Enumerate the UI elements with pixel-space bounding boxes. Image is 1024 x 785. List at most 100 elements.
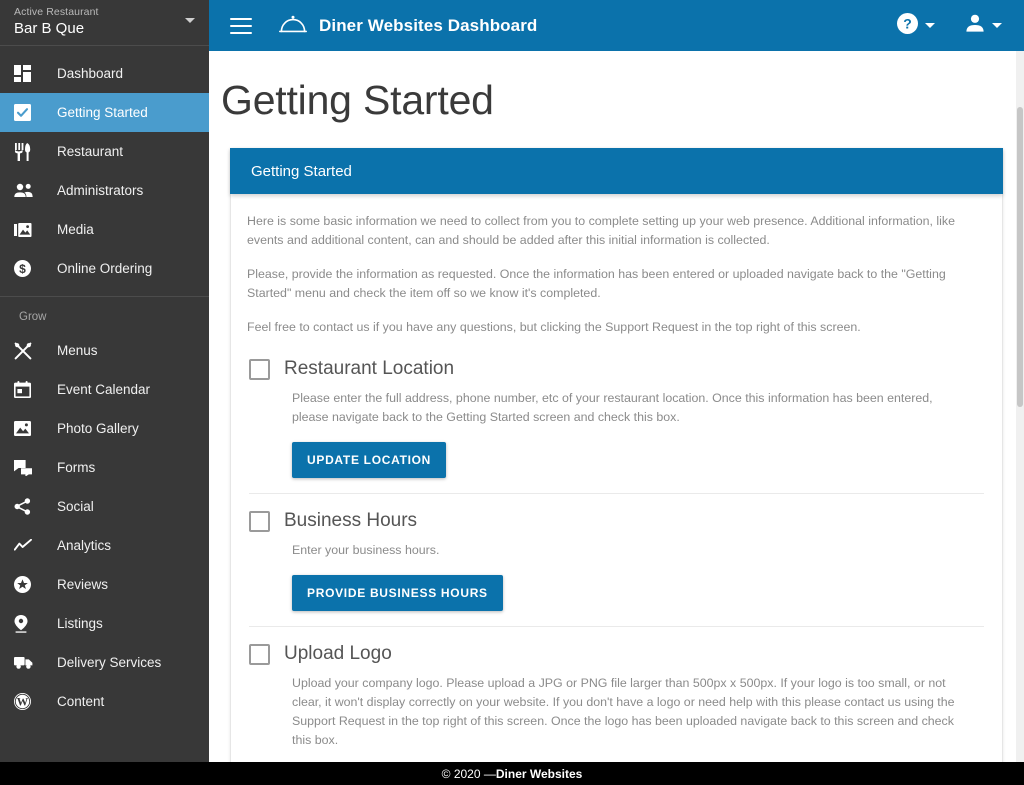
calendar-icon [14, 378, 44, 402]
sidebar-item-label: Reviews [57, 577, 109, 592]
task-description: Please enter the full address, phone num… [292, 391, 933, 424]
sidebar-nav: Dashboard Getting Started Restaurant Adm… [0, 46, 209, 721]
dashboard-grid-icon [14, 62, 44, 86]
svg-text:?: ? [903, 15, 912, 31]
sidebar-item-dashboard[interactable]: Dashboard [0, 54, 209, 93]
help-circle-icon: ? [897, 12, 918, 39]
truck-icon [14, 651, 44, 675]
active-restaurant-label: Active Restaurant [14, 6, 99, 18]
getting-started-card: Getting Started Here is some basic infor… [230, 148, 1003, 762]
task-title: Restaurant Location [284, 358, 455, 379]
svg-text:W: W [17, 697, 29, 709]
chevron-down-icon[interactable] [925, 23, 935, 28]
task-section-upload-logo: Upload Logo Upload your company logo. Pl… [249, 626, 984, 762]
star-circle-icon [14, 573, 44, 597]
header-actions: ? [867, 12, 1024, 39]
fork-spoon-cross-icon [14, 339, 44, 363]
task-header: Restaurant Location [249, 358, 984, 380]
sidebar-item-label: Administrators [57, 183, 144, 198]
sidebar-item-label: Photo Gallery [57, 421, 139, 436]
task-description: Upload your company logo. Please upload … [292, 676, 955, 747]
task-checkbox[interactable] [249, 510, 270, 532]
sidebar-item-menus[interactable]: Menus [0, 331, 209, 370]
intro-paragraph: Feel free to contact us if you have any … [247, 320, 861, 334]
active-restaurant-selector[interactable]: Active Restaurant Bar B Que [0, 0, 209, 46]
sidebar-item-administrators[interactable]: Administrators [0, 171, 209, 210]
page-title: Getting Started [221, 77, 494, 123]
dollar-circle-icon: $ [14, 257, 44, 281]
sidebar-item-getting-started[interactable]: Getting Started [0, 93, 209, 132]
sidebar-item-label: Dashboard [57, 66, 124, 81]
sidebar-item-delivery-services[interactable]: Delivery Services [0, 643, 209, 682]
task-description: Enter your business hours. [292, 543, 440, 557]
photo-icon [14, 417, 44, 441]
sidebar-item-forms[interactable]: Forms [0, 448, 209, 487]
sidebar-item-social[interactable]: Social [0, 487, 209, 526]
card-header: Getting Started [230, 148, 1003, 194]
chevron-down-icon[interactable] [185, 18, 195, 23]
sidebar-item-label: Listings [57, 616, 103, 631]
footer: © 2020 —Diner Websites [0, 762, 1024, 785]
svg-text:$: $ [19, 262, 26, 276]
footer-brand: Diner Websites [495, 766, 583, 781]
sidebar-item-label: Media [57, 222, 94, 237]
task-checkbox[interactable] [249, 358, 270, 380]
wordpress-icon: W [14, 690, 44, 714]
active-restaurant-value: Bar B Que [14, 20, 85, 37]
sidebar-item-listings[interactable]: Listings [0, 604, 209, 643]
sidebar-item-label: Getting Started [57, 105, 148, 120]
sidebar: Active Restaurant Bar B Que Dashboard Ge… [0, 0, 209, 762]
app-header: Diner Websites Dashboard ? [209, 0, 1024, 51]
help-button[interactable]: ? [897, 12, 935, 39]
person-icon [965, 13, 985, 38]
scrollbar-thumb[interactable] [1017, 107, 1023, 407]
sidebar-item-photo-gallery[interactable]: Photo Gallery [0, 409, 209, 448]
intro-paragraph: Please, provide the information as reque… [247, 267, 946, 300]
main-content: Getting Started Getting Started Here is … [209, 51, 1016, 762]
card-header-title: Getting Started [251, 162, 352, 180]
brand[interactable]: Diner Websites Dashboard [278, 13, 537, 39]
footer-copyright-text: © 2020 — [441, 766, 496, 781]
sidebar-item-label: Forms [57, 460, 96, 475]
provide-business-hours-button[interactable]: PROVIDE BUSINESS HOURS [292, 575, 503, 611]
sidebar-item-label: Event Calendar [57, 382, 151, 397]
sidebar-item-label: Restaurant [57, 144, 124, 159]
sidebar-item-event-calendar[interactable]: Event Calendar [0, 370, 209, 409]
sidebar-item-content[interactable]: W Content [0, 682, 209, 721]
trend-line-icon [14, 534, 44, 558]
chat-bubbles-icon [14, 456, 44, 480]
account-button[interactable] [965, 13, 1002, 38]
app-title: Diner Websites Dashboard [319, 15, 538, 35]
map-pin-icon [14, 612, 44, 636]
task-section-business-hours: Business Hours Enter your business hours… [249, 493, 984, 626]
update-location-button[interactable]: UPDATE LOCATION [292, 442, 447, 478]
sidebar-item-label: Online Ordering [57, 261, 153, 276]
sidebar-item-label: Delivery Services [57, 655, 162, 670]
share-icon [14, 495, 44, 519]
sidebar-item-analytics[interactable]: Analytics [0, 526, 209, 565]
card-body: Here is some basic information we need t… [231, 194, 1002, 762]
image-stack-icon [14, 218, 44, 242]
task-header: Business Hours [249, 510, 984, 532]
sidebar-item-reviews[interactable]: Reviews [0, 565, 209, 604]
task-checkbox[interactable] [249, 643, 270, 665]
scrollbar[interactable] [1016, 51, 1024, 762]
sidebar-item-label: Social [57, 499, 94, 514]
intro-paragraph: Here is some basic information we need t… [247, 214, 956, 247]
sidebar-item-online-ordering[interactable]: $ Online Ordering [0, 249, 209, 288]
app-window: Active Restaurant Bar B Que Dashboard Ge… [0, 0, 1024, 785]
hamburger-menu-icon[interactable] [230, 17, 252, 34]
task-title: Business Hours [284, 510, 418, 531]
sidebar-item-label: Analytics [57, 538, 112, 553]
people-icon [14, 179, 44, 203]
cloche-icon [278, 13, 308, 39]
footer-copyright: © 2020 —Diner Websites [442, 767, 583, 781]
sidebar-item-media[interactable]: Media [0, 210, 209, 249]
sidebar-item-label: Content [57, 694, 105, 709]
checkbox-checked-icon [14, 101, 44, 125]
sidebar-group-label-grow: Grow [19, 311, 47, 323]
sidebar-item-restaurant[interactable]: Restaurant [0, 132, 209, 171]
fork-knife-icon [14, 140, 44, 164]
task-header: Upload Logo [249, 643, 984, 665]
chevron-down-icon[interactable] [992, 23, 1002, 28]
